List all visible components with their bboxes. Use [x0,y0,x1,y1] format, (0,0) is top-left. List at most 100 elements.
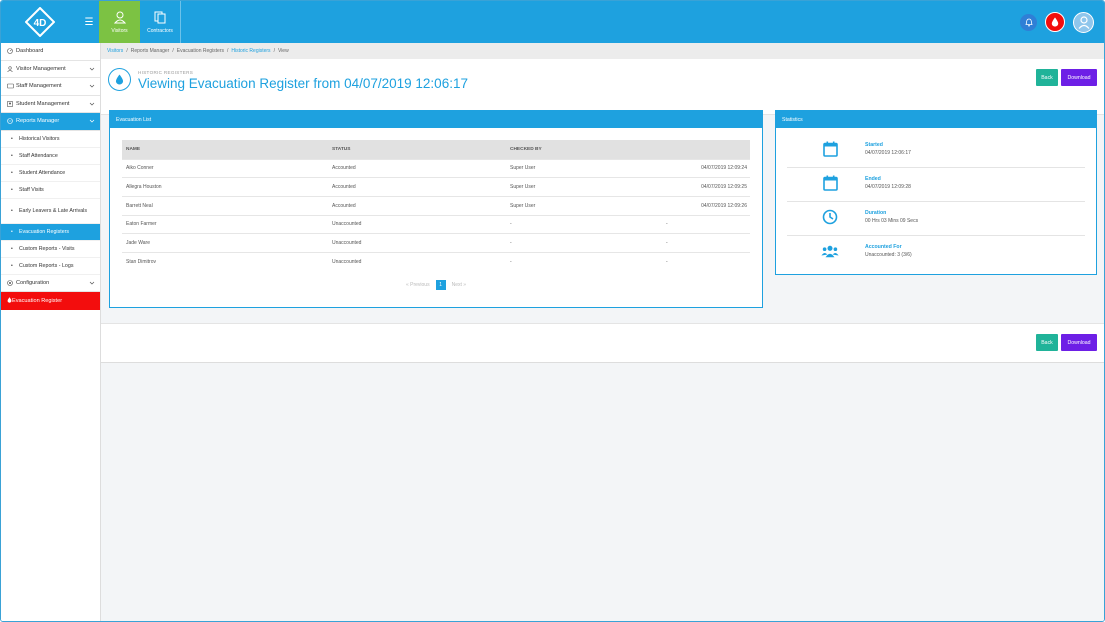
sidebar-item-staff-management[interactable]: Staff Management [1,78,100,96]
bullet-icon: • [11,152,13,159]
table-row: Allegra Houston Accounted Super User 04/… [122,177,750,197]
cell-time: 04/07/2019 12:09:25 [666,177,750,197]
sidebar-subitem-historical-visitors[interactable]: • Historical Visitors [1,131,100,148]
download-button[interactable]: Download [1061,334,1097,351]
bell-icon [1024,18,1033,26]
column-header-name[interactable]: NAME [122,140,328,159]
breadcrumb-historic-registers[interactable]: Historic Registers [231,48,270,54]
bullet-icon: • [11,245,13,252]
svg-text:4D: 4D [34,18,47,29]
user-avatar[interactable] [1073,11,1094,33]
stat-started: Started 04/07/2019 12:06:17 [787,134,1085,168]
id-card-icon [7,83,16,89]
back-button[interactable]: Back [1036,69,1058,86]
cell-checked-by: Super User [506,195,666,216]
cell-status: Unaccounted [328,214,506,234]
sidebar-subitem-label: Early Leavers & Late Arrivals [19,207,88,214]
sidebar-subitem-early-leavers[interactable]: • Early Leavers & Late Arrivals [1,199,100,224]
breadcrumb-evacuation-registers: Evacuation Registers [176,48,224,54]
sidebar-subitem-staff-attendance[interactable]: • Staff Attendance [1,148,100,165]
sidebar-subitem-label: Staff Visits [19,186,44,193]
chevron-down-icon [89,281,95,284]
header-actions: Back Download [1036,69,1097,86]
sidebar-item-evacuation-register[interactable]: Evacuation Register [1,292,100,310]
sidebar-item-reports-manager[interactable]: Reports Manager [1,113,100,131]
evacuation-button[interactable] [1045,12,1065,32]
bullet-icon: • [11,169,13,176]
sidebar-subitem-label: Student Attendance [19,169,66,176]
pager-page-button[interactable]: 1 [435,280,446,290]
table-row: Eaton Farmer Unaccounted - - [122,214,750,234]
cell-status: Accounted [328,177,506,197]
logo-icon: 4D [25,7,55,37]
table-row: Jade Ware Unaccounted - - [122,233,750,253]
breadcrumb-separator: / [226,48,229,54]
column-header-checked-by[interactable]: CHECKED BY [506,140,666,159]
page-subtitle: HISTORIC REGISTERS [138,70,194,75]
breadcrumb-separator: / [126,48,128,54]
cell-checked-by: - [506,251,666,272]
stat-label: Ended [865,176,881,182]
stat-label: Duration [865,210,887,216]
table-row: Stan Dimitrov Unaccounted - - [122,251,750,272]
notifications-button[interactable] [1020,13,1037,31]
evacuation-table-wrap: NAME STATUS CHECKED BY Aiko Conner Accou… [122,140,750,272]
sidebar-item-configuration[interactable]: Configuration [1,275,100,292]
breadcrumb-view: View [277,48,289,54]
pager-previous-button[interactable]: « Previous [406,282,430,288]
download-button[interactable]: Download [1061,69,1097,86]
stat-ended: Ended 04/07/2019 12:09:28 [787,168,1085,202]
stat-label: Accounted For [865,244,902,250]
stat-value: 04/07/2019 12:06:17 [865,150,911,156]
sidebar-item-student-management[interactable]: Student Management [1,96,100,113]
reports-icon [7,118,16,125]
sidebar-subitem-staff-visits[interactable]: • Staff Visits [1,182,100,199]
back-button[interactable]: Back [1036,334,1058,351]
pager-next-button[interactable]: Next » [452,282,466,288]
bullet-icon: • [11,135,13,142]
sidebar-subitem-student-attendance[interactable]: • Student Attendance [1,165,100,182]
sidebar-subitem-custom-reports-visits[interactable]: • Custom Reports - Visits [1,241,100,258]
sidebar-subitem-evacuation-registers[interactable]: • Evacuation Registers [1,223,100,241]
calendar-icon [821,174,839,192]
cell-name: Barrett Neal [122,195,328,216]
cell-name: Stan Dimitrov [122,251,328,272]
sidebar-subitem-label: Evacuation Registers [19,228,70,235]
sidebar-item-label: Evacuation Register [12,298,63,304]
cell-checked-by: Super User [506,177,666,197]
menu-toggle-button[interactable]: ☰ [79,1,99,43]
sidebar-item-label: Configuration [16,279,50,286]
stat-duration: Duration 00 Hrs 03 Mins 09 Secs [787,202,1085,236]
sidebar-item-dashboard[interactable]: Dashboard [1,43,100,61]
sidebar-item-label: Student Management [16,100,70,107]
header-drop-icon [108,68,131,91]
hamburger-icon: ☰ [84,16,94,28]
sidebar-item-visitor-management[interactable]: Visitor Management [1,61,100,78]
table-header-row: NAME STATUS CHECKED BY [122,140,750,159]
bullet-icon: • [11,262,13,269]
tab-contractors[interactable]: Contractors [140,1,181,43]
page-title: Viewing Evacuation Register from 04/07/2… [138,76,468,91]
stat-label: Started [865,142,883,148]
footer-actions-bar: Back Download [101,323,1104,363]
bullet-icon: • [11,228,13,235]
column-header-status[interactable]: STATUS [328,140,506,159]
user-icon [7,66,16,72]
avatar-icon [1078,15,1089,29]
chevron-down-icon [89,84,95,88]
sidebar-subitem-custom-reports-logs[interactable]: • Custom Reports - Logs [1,258,100,275]
sidebar-subitem-label: Historical Visitors [19,135,60,142]
cell-status: Accounted [328,158,506,178]
clock-icon [821,208,839,226]
drop-icon [1051,17,1059,27]
chevron-down-icon [89,119,95,123]
cell-time: - [666,251,750,272]
logo[interactable]: 4D [1,1,79,43]
cell-checked-by: Super User [506,158,666,178]
tab-visitors[interactable]: Visitors [99,1,140,43]
stat-value: 00 Hrs 03 Mins 09 Secs [865,218,919,224]
sidebar-subitem-label: Custom Reports - Visits [19,245,75,252]
breadcrumb-visitors[interactable]: Visitors [107,48,123,54]
pager-next-label: Next [451,282,462,288]
calendar-icon [821,140,839,158]
